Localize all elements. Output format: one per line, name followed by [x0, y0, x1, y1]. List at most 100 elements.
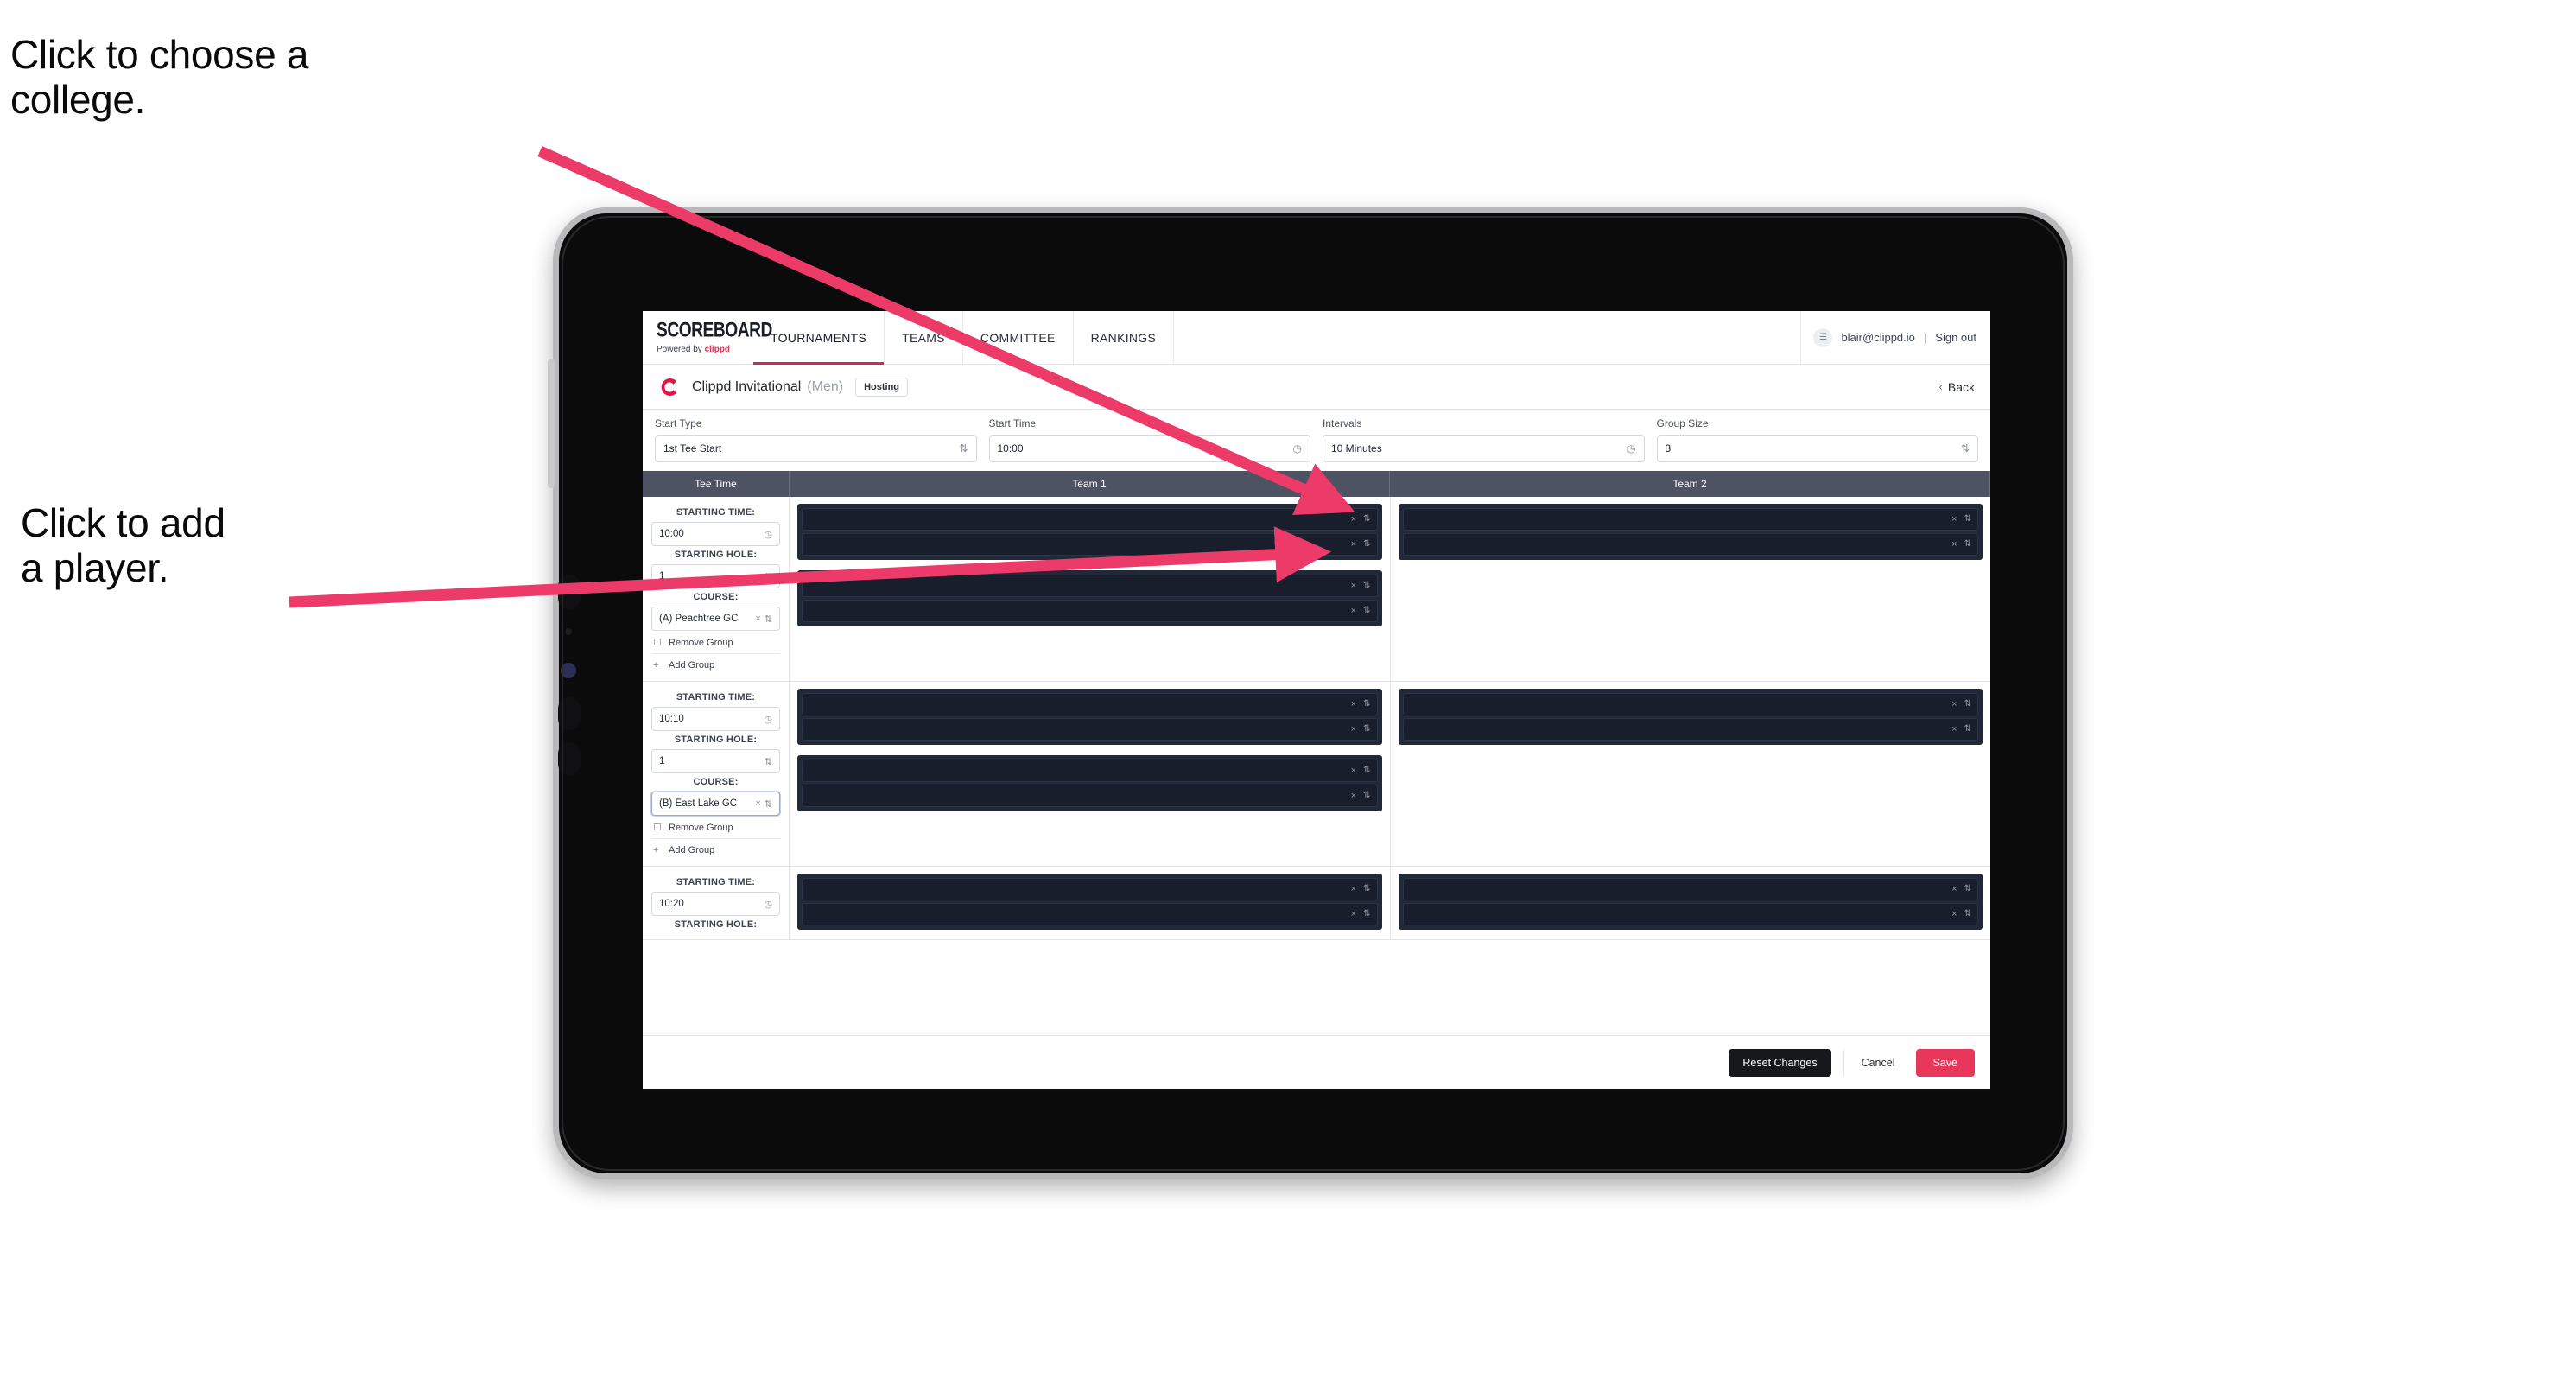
course-select[interactable]: (A) Peachtree GC × ⇅ — [651, 607, 780, 631]
stepper-icon[interactable]: ⇅ — [1961, 442, 1970, 455]
player-name-field[interactable] — [809, 785, 1351, 806]
team-2-cell[interactable]: × ⇅ × ⇅ — [1391, 682, 1991, 866]
remove-group-button[interactable]: ☐ Remove Group — [651, 816, 780, 838]
clock-icon[interactable]: ◷ — [764, 529, 772, 540]
player-slot-row[interactable]: × ⇅ — [1402, 718, 1978, 741]
player-slot-row[interactable]: × ⇅ — [802, 760, 1378, 782]
stepper-icon[interactable]: ⇅ — [959, 442, 968, 455]
team-1-cell[interactable]: × ⇅ × ⇅ × ⇅ × ⇅ — [790, 682, 1391, 866]
stepper-icon[interactable]: ⇅ — [1363, 540, 1370, 549]
starting-time-input[interactable]: 10:20 ◷ — [651, 892, 780, 916]
tee-sheet-table-body[interactable]: STARTING TIME: 10:00 ◷ STARTING HOLE: 1 ⇅ COUR… — [643, 497, 1990, 1035]
stepper-icon[interactable]: ⇅ — [765, 614, 772, 625]
player-name-field[interactable] — [809, 904, 1351, 925]
avatar[interactable]: ☰ — [1813, 327, 1833, 347]
clear-icon[interactable]: × — [1951, 884, 1957, 894]
player-slot-row[interactable]: × ⇅ — [802, 600, 1378, 622]
starting-hole-input[interactable]: 1 ⇅ — [651, 749, 780, 773]
player-name-field[interactable] — [1410, 904, 1952, 925]
save-button[interactable]: Save — [1915, 1048, 1975, 1077]
cancel-button[interactable]: Cancel — [1843, 1048, 1913, 1077]
player-name-field[interactable] — [1410, 534, 1952, 555]
stepper-icon[interactable]: ⇅ — [1964, 725, 1971, 734]
starting-time-input[interactable]: 10:00 ◷ — [651, 522, 780, 546]
stepper-icon[interactable]: ⇅ — [1363, 515, 1370, 524]
clear-icon[interactable]: × — [1951, 724, 1957, 734]
player-name-field[interactable] — [809, 575, 1351, 596]
clear-icon[interactable]: × — [1351, 909, 1356, 919]
clear-icon[interactable]: × — [1951, 699, 1957, 709]
remove-group-button[interactable]: ☐ Remove Group — [651, 631, 780, 653]
player-name-field[interactable] — [809, 601, 1351, 621]
starting-time-input[interactable]: 10:10 ◷ — [651, 707, 780, 731]
clear-icon[interactable]: × — [1951, 514, 1957, 525]
clear-icon[interactable]: × — [1351, 514, 1356, 525]
clear-icon[interactable]: × — [755, 614, 760, 624]
player-name-field[interactable] — [809, 760, 1351, 781]
player-slot-row[interactable]: × ⇅ — [802, 903, 1378, 925]
stepper-icon[interactable]: ⇅ — [1363, 582, 1370, 590]
stepper-icon[interactable]: ⇅ — [1964, 885, 1971, 893]
clear-icon[interactable]: × — [1951, 909, 1957, 919]
stepper-icon[interactable]: ⇅ — [1363, 700, 1370, 709]
stepper-icon[interactable]: ⇅ — [765, 756, 772, 767]
player-slot-row[interactable]: × ⇅ — [802, 533, 1378, 556]
scoreboard-logo[interactable]: SCOREBOARD Powered by clippd — [643, 311, 772, 364]
stepper-icon[interactable]: ⇅ — [1363, 725, 1370, 734]
team-1-cell[interactable]: × ⇅ × ⇅ × ⇅ × ⇅ — [790, 497, 1391, 681]
player-name-field[interactable] — [809, 534, 1351, 555]
player-name-field[interactable] — [809, 879, 1351, 900]
stepper-icon[interactable]: ⇅ — [1964, 910, 1971, 919]
clock-icon[interactable]: ◷ — [1293, 442, 1302, 455]
group-size-stepper[interactable]: 3 ⇅ — [1656, 435, 1978, 462]
start-type-select[interactable]: 1st Tee Start ⇅ — [655, 435, 977, 462]
clear-icon[interactable]: × — [1351, 699, 1356, 709]
clear-icon[interactable]: × — [1351, 766, 1356, 776]
sign-out-link[interactable]: Sign out — [1935, 331, 1976, 344]
stepper-icon[interactable]: ⇅ — [1363, 885, 1370, 893]
player-slot-row[interactable]: × ⇅ — [1402, 693, 1978, 715]
clear-icon[interactable]: × — [1351, 724, 1356, 734]
stepper-icon[interactable]: ⇅ — [1964, 515, 1971, 524]
team-2-cell[interactable]: × ⇅ × ⇅ — [1391, 867, 1991, 939]
nav-tab-rankings[interactable]: RANKINGS — [1074, 311, 1175, 364]
clock-icon[interactable]: ◷ — [764, 714, 772, 725]
reset-changes-button[interactable]: Reset Changes — [1729, 1048, 1831, 1077]
stepper-icon[interactable]: ⇅ — [1363, 607, 1370, 615]
clear-icon[interactable]: × — [1351, 606, 1356, 616]
player-slot-row[interactable]: × ⇅ — [1402, 903, 1978, 925]
team-1-cell[interactable]: × ⇅ × ⇅ — [790, 867, 1391, 939]
stepper-icon[interactable]: ⇅ — [1964, 540, 1971, 549]
clear-icon[interactable]: × — [1351, 884, 1356, 894]
clear-icon[interactable]: × — [1351, 539, 1356, 550]
stepper-icon[interactable]: ⇅ — [765, 798, 772, 810]
clock-icon[interactable]: ◷ — [1627, 442, 1635, 455]
player-slot-row[interactable]: × ⇅ — [802, 575, 1378, 597]
nav-tab-teams[interactable]: TEAMS — [885, 311, 963, 364]
stepper-icon[interactable]: ⇅ — [1363, 766, 1370, 775]
player-name-field[interactable] — [809, 719, 1351, 740]
add-group-button[interactable]: + Add Group — [651, 838, 780, 861]
player-slot-row[interactable]: × ⇅ — [802, 878, 1378, 900]
player-slot-row[interactable]: × ⇅ — [802, 693, 1378, 715]
player-slot-row[interactable]: × ⇅ — [1402, 508, 1978, 531]
clear-icon[interactable]: × — [1951, 539, 1957, 550]
starting-hole-input[interactable]: 1 ⇅ — [651, 564, 780, 588]
back-button[interactable]: ‹ Back — [1939, 380, 1975, 394]
player-slot-row[interactable]: × ⇅ — [802, 785, 1378, 807]
nav-tab-tournaments[interactable]: TOURNAMENTS — [753, 311, 885, 365]
stepper-icon[interactable]: ⇅ — [1964, 700, 1971, 709]
add-group-button[interactable]: + Add Group — [651, 653, 780, 676]
stepper-icon[interactable]: ⇅ — [1363, 792, 1370, 800]
player-name-field[interactable] — [809, 509, 1351, 530]
start-time-input[interactable]: 10:00 ◷ — [988, 435, 1310, 462]
player-name-field[interactable] — [1410, 879, 1952, 900]
player-name-field[interactable] — [1410, 719, 1952, 740]
player-name-field[interactable] — [1410, 509, 1952, 530]
player-name-field[interactable] — [809, 694, 1351, 715]
player-slot-row[interactable]: × ⇅ — [1402, 533, 1978, 556]
intervals-select[interactable]: 10 Minutes ◷ — [1323, 435, 1645, 462]
clear-icon[interactable]: × — [1351, 791, 1356, 801]
stepper-icon[interactable]: ⇅ — [765, 571, 772, 582]
course-select[interactable]: (B) East Lake GC × ⇅ — [651, 792, 780, 816]
